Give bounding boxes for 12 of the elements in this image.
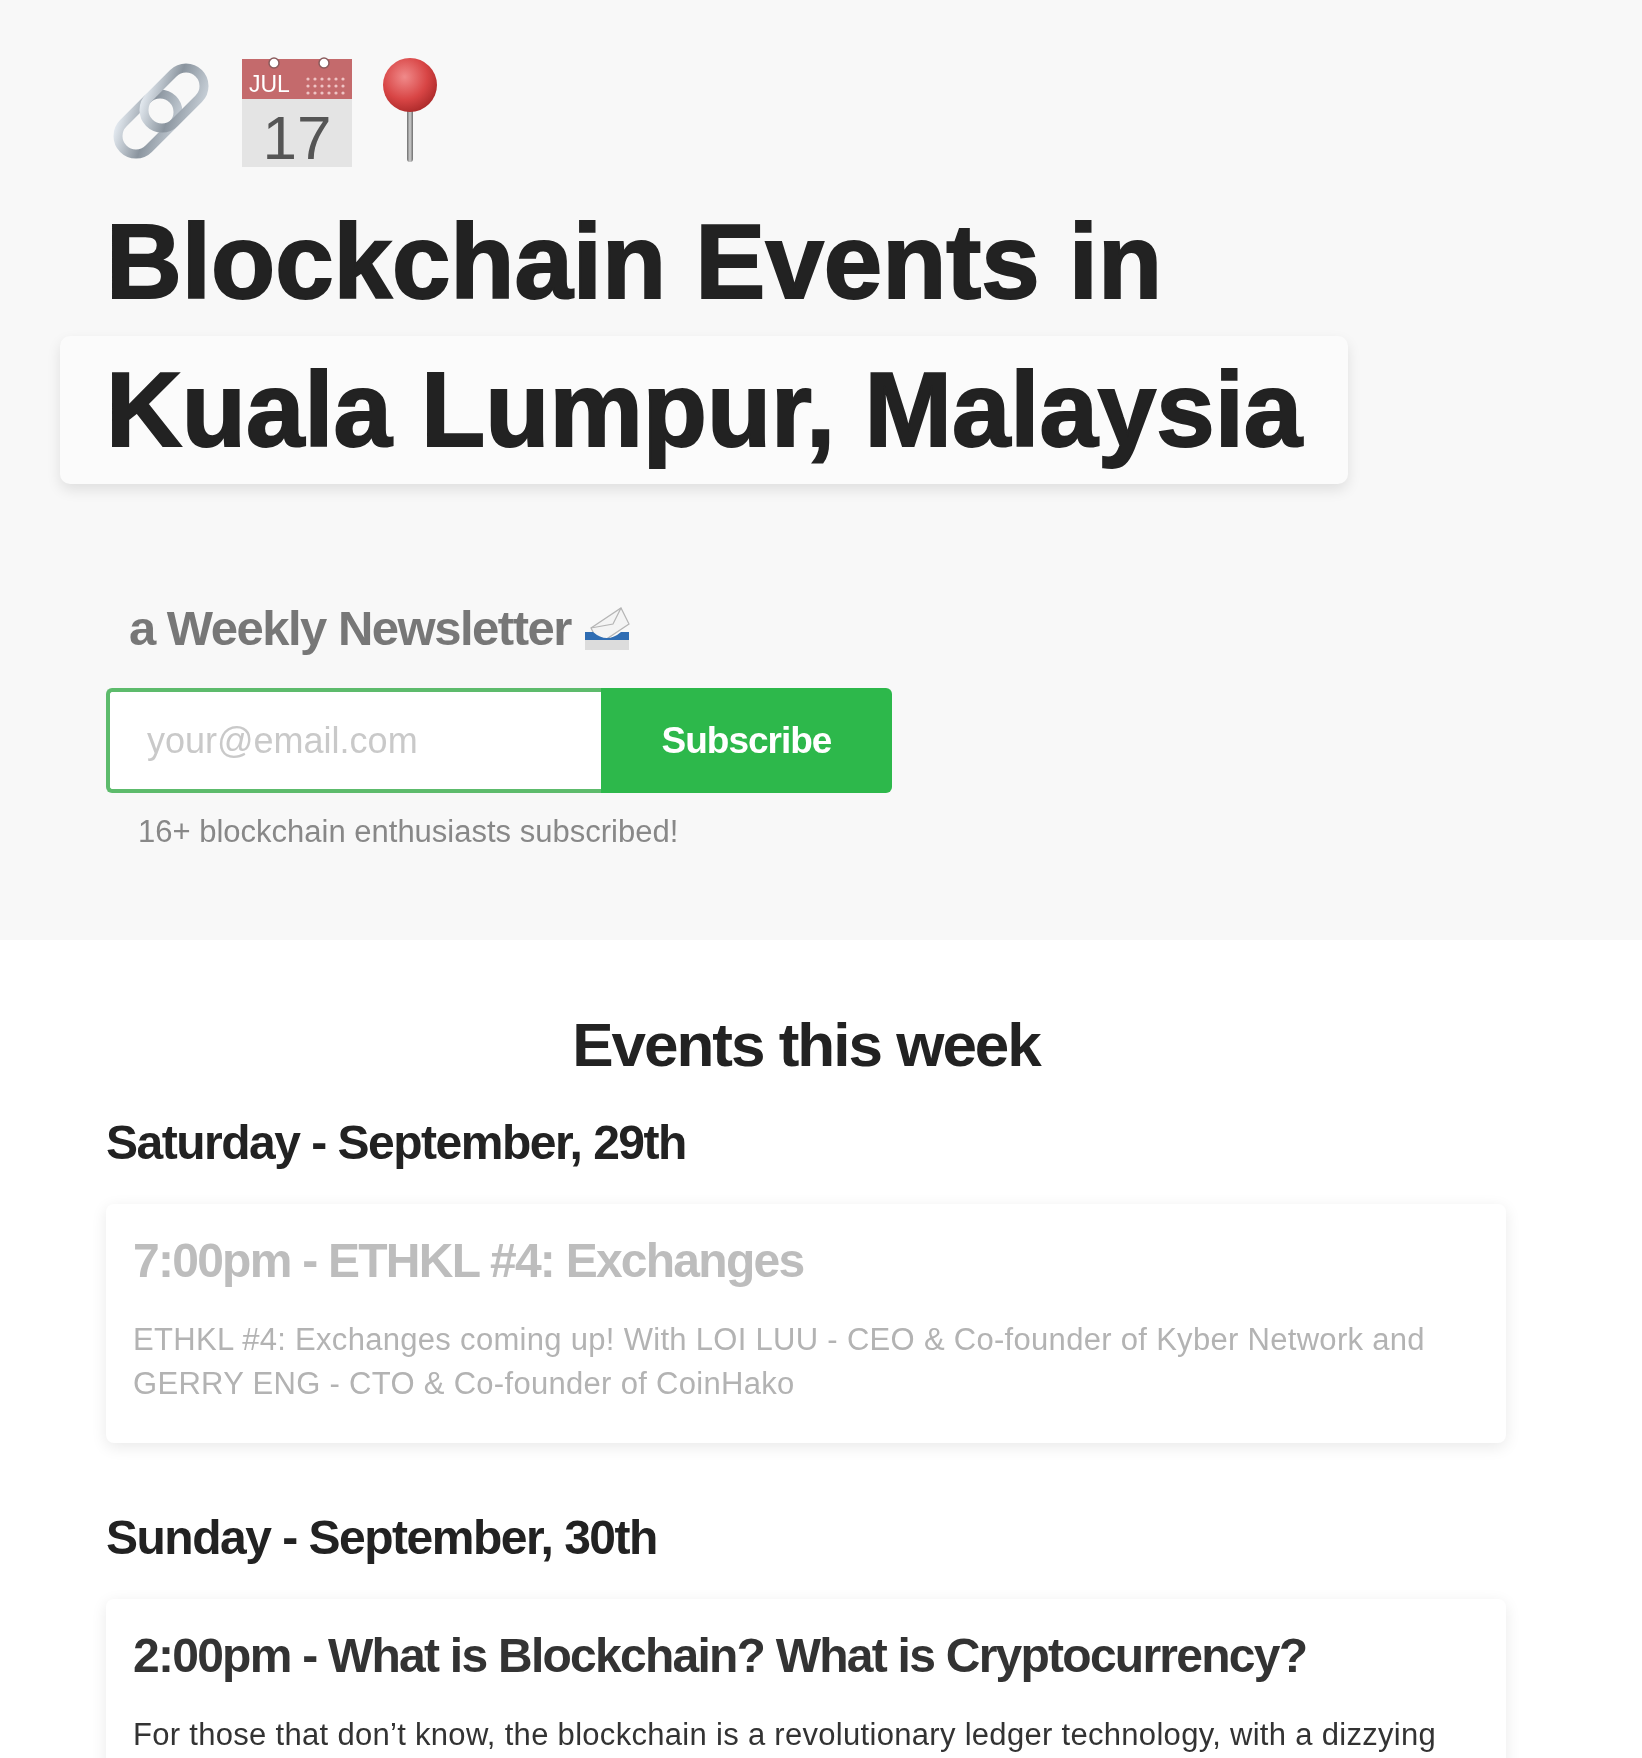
- day-heading: Saturday - September, 29th: [106, 1115, 686, 1171]
- event-title: 2:00pm - What is Blockchain? What is Cryptocurrency?: [133, 1628, 1307, 1684]
- event-description: ETHKL #4: Exchanges coming up! With LOI LUU - CEO & Co-founder of Kyber Network and GERRY ENG - CTO & Co-founder of CoinHako: [133, 1321, 1426, 1403]
- newsletter-heading: a Weekly Newsletter: [129, 600, 571, 656]
- subscribe-button[interactable]: Subscribe: [601, 688, 892, 793]
- event-description: For those that don’t know, the blockchain is a revolutionary ledger technology, with a dizzying: [133, 1716, 1438, 1754]
- day-heading: Sunday - September, 30th: [106, 1510, 657, 1566]
- pushpin-icon: [382, 58, 438, 162]
- subscriber-count: 16+ blockchain enthusiasts subscribed!: [138, 813, 679, 851]
- page-title-line: Blockchain Events in: [106, 205, 1163, 319]
- section-heading: Events this week: [572, 1009, 1040, 1081]
- event-title: 7:00pm - ETHKL #4: Exchanges: [133, 1233, 804, 1289]
